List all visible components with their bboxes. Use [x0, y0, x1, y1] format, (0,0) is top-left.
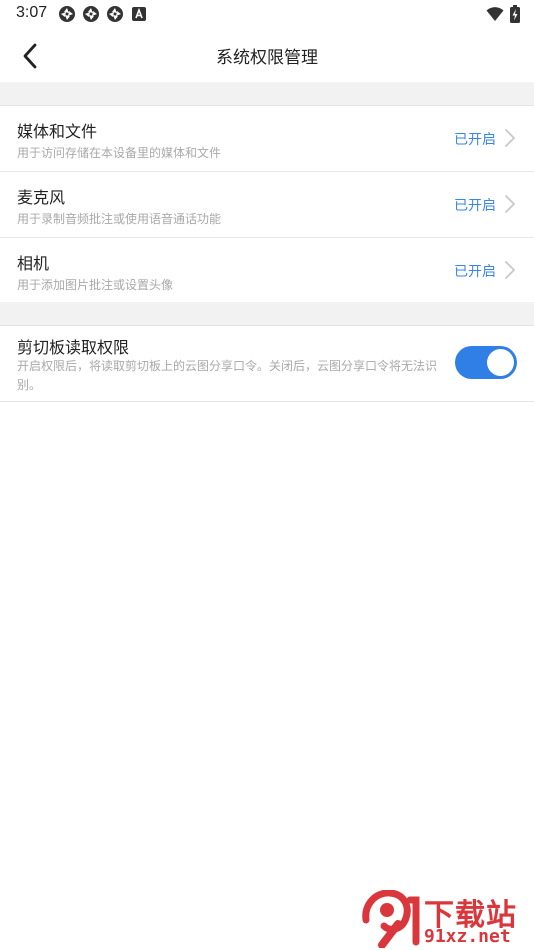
status-time: 3:07: [16, 4, 48, 21]
permission-desc: 用于访问存储在本设备里的媒体和文件: [17, 146, 222, 160]
chevron-right-icon: [505, 195, 515, 213]
page-title: 系统权限管理: [216, 48, 318, 68]
battery-charging-icon: [510, 5, 520, 23]
section-divider: [0, 82, 534, 106]
permission-title: 相机: [17, 254, 50, 273]
permission-row-microphone[interactable]: 麦克风 用于录制音频批注或使用语音通话功能 已开启: [0, 171, 534, 237]
clipboard-permission-row: 剪切板读取权限 开启权限后，将读取剪切板上的云图分享口令。关闭后，云图分享口令将…: [0, 326, 534, 401]
permission-status: 已开启: [454, 264, 496, 280]
wifi-icon: [486, 7, 504, 21]
status-icons-left: [58, 5, 148, 23]
status-icons-right: [486, 5, 520, 23]
permission-title: 麦克风: [17, 188, 66, 207]
clipboard-desc: 开启权限后，将读取剪切板上的云图分享口令。关闭后，云图分享口令将无法识别。: [17, 359, 438, 392]
section-divider: [0, 302, 534, 326]
clipboard-title: 剪切板读取权限: [17, 338, 130, 357]
permission-list: 媒体和文件 用于访问存储在本设备里的媒体和文件 已开启 麦克风 用于录制音频批注…: [0, 105, 534, 304]
clipboard-section: 剪切板读取权限 开启权限后，将读取剪切板上的云图分享口令。关闭后，云图分享口令将…: [0, 325, 534, 402]
notification-icon: [59, 6, 75, 22]
clipboard-toggle[interactable]: [455, 346, 517, 379]
chevron-right-icon: [505, 129, 515, 147]
status-bar: 3:07: [0, 0, 534, 28]
watermark: 下载站 91xz.net: [360, 890, 530, 948]
nav-bar: 系统权限管理: [0, 28, 534, 82]
permission-title: 媒体和文件: [17, 122, 98, 141]
permission-desc: 用于录制音频批注或使用语音通话功能: [17, 212, 222, 226]
permission-row-camera[interactable]: 相机 用于添加图片批注或设置头像 已开启: [0, 237, 534, 303]
app-a-icon: [132, 7, 146, 21]
notification-icon: [83, 6, 99, 22]
permission-status: 已开启: [454, 132, 496, 148]
permission-desc: 用于添加图片批注或设置头像: [17, 278, 174, 292]
permission-status: 已开启: [454, 198, 496, 214]
permission-row-media[interactable]: 媒体和文件 用于访问存储在本设备里的媒体和文件 已开启: [0, 106, 534, 171]
watermark-logo: [362, 890, 420, 948]
chevron-right-icon: [505, 261, 515, 279]
watermark-url: 91xz.net: [424, 926, 511, 947]
toggle-knob: [487, 349, 514, 376]
notification-icon: [107, 6, 123, 22]
